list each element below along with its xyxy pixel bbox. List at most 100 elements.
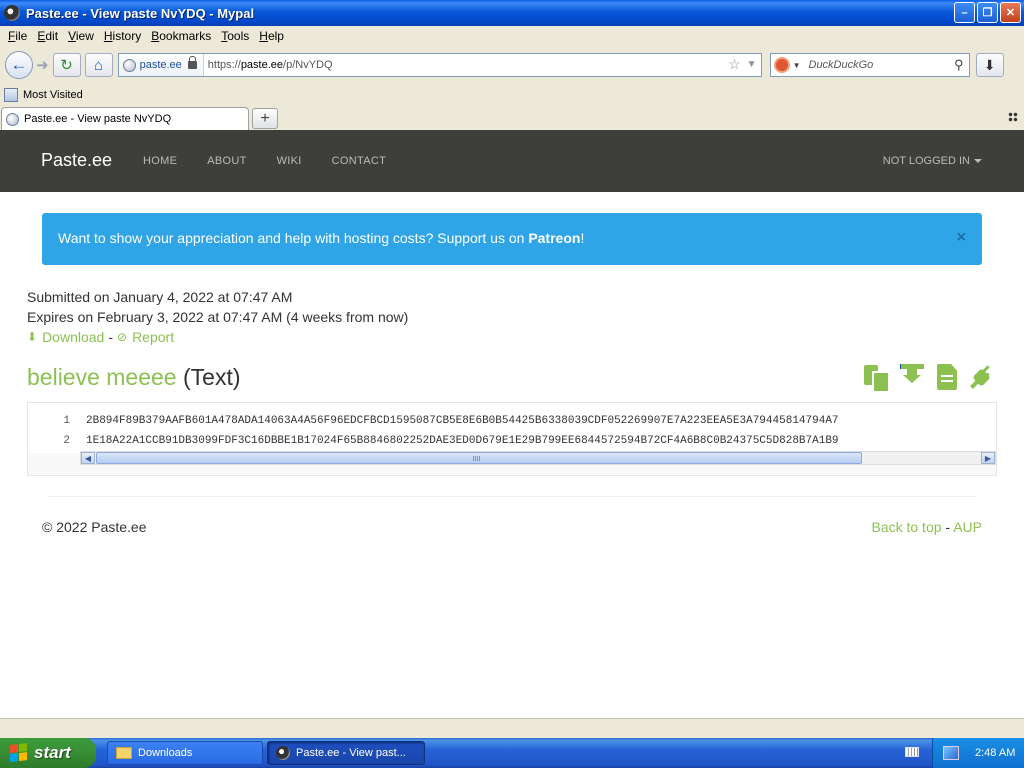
close-button[interactable]: ✕ (1000, 2, 1021, 23)
menu-edit[interactable]: Edit (32, 29, 63, 43)
lock-icon (187, 56, 197, 69)
back-button[interactable]: ← (5, 51, 33, 79)
nav-home[interactable]: HOME (143, 155, 177, 167)
url-dropdown-icon[interactable]: ▼ (747, 56, 757, 74)
url-bar[interactable]: paste.ee https://paste.ee/p/NvYDQ ☆ ▼ (117, 53, 762, 77)
report-ban-icon: ⊘ (117, 330, 128, 344)
embed-plug-icon[interactable] (970, 364, 994, 390)
page-viewport: Paste.ee HOME ABOUT WIKI CONTACT NOT LOG… (0, 130, 1024, 718)
reload-icon: ↻ (60, 57, 73, 74)
globe-icon (122, 58, 136, 72)
code-line: 2 1E18A22A1CCB91DB3099FDF3C16DBBE1B17024… (28, 431, 996, 451)
scroll-left-arrow-icon[interactable]: ◀ (81, 452, 95, 464)
menu-history[interactable]: History (99, 29, 146, 43)
scroll-right-arrow-icon[interactable]: ▶ (981, 452, 995, 464)
site-identity-button[interactable]: paste.ee (118, 54, 204, 76)
new-tab-button[interactable]: + (252, 108, 278, 129)
menu-view[interactable]: View (63, 29, 99, 43)
bookmark-most-visited[interactable]: Most Visited (23, 89, 83, 101)
alert-close-button[interactable]: × (957, 229, 966, 247)
download-paste-icon[interactable] (900, 364, 924, 390)
navigation-toolbar: ← ➜ ↻ ⌂ paste.ee https://paste.ee/p/NvYD… (0, 46, 1024, 84)
site-identity-label: paste.ee (139, 59, 182, 71)
line-text[interactable]: 2B894F89B379AAFB601A478ADA14063A4A56F96E… (86, 411, 839, 431)
horizontal-scrollbar[interactable]: ◀ ▶ (80, 451, 996, 465)
duckduckgo-engine-icon[interactable] (773, 57, 790, 73)
tab-label: Paste.ee - View paste NvYDQ (24, 113, 172, 125)
browser-app-icon[interactable] (4, 5, 20, 21)
downloads-button[interactable]: ⬇ (975, 53, 1004, 77)
menu-tools[interactable]: Tools (216, 29, 254, 43)
maximize-button[interactable]: ❐ (977, 2, 998, 23)
line-number: 2 (63, 435, 70, 447)
scrollbar-thumb[interactable] (96, 452, 862, 464)
back-arrow-icon: ← (10, 55, 28, 74)
paste-actions (863, 364, 994, 393)
paste-meta: Submitted on January 4, 2022 at 07:47 AM… (27, 287, 408, 347)
forward-button[interactable]: ➜ (36, 56, 49, 74)
search-placeholder: DuckDuckGo (808, 59, 874, 71)
patreon-alert: Want to show your appreciation and help … (42, 213, 982, 265)
minimize-button[interactable]: – (954, 2, 975, 23)
browser-icon (276, 746, 290, 760)
url-text[interactable]: https://paste.ee/p/NvYDQ (208, 59, 333, 71)
site-navbar: Paste.ee HOME ABOUT WIKI CONTACT NOT LOG… (0, 130, 1024, 192)
menu-bar: File Edit View History Bookmarks Tools H… (0, 26, 1024, 46)
code-line: 1 2B894F89B379AAFB601A478ADA14063A4A56F9… (28, 411, 996, 431)
window-title-bar[interactable]: Paste.ee - View paste NvYDQ - Mypal – ❐ … (0, 0, 1024, 26)
start-button[interactable]: start (0, 738, 96, 768)
clipboard-copy-icon[interactable] (863, 364, 890, 393)
tab-globe-icon (6, 112, 19, 126)
back-to-top-link[interactable]: Back to top (871, 519, 941, 535)
menu-bookmarks[interactable]: Bookmarks (146, 29, 216, 43)
engine-dropdown-icon[interactable]: ▼ (793, 61, 801, 70)
paste-name: believe meeee (27, 364, 177, 390)
network-icon[interactable] (943, 746, 959, 760)
windows-flag-icon (10, 743, 28, 763)
line-text[interactable]: 1E18A22A1CCB91DB3099FDF3C16DBBE1B17024F6… (86, 431, 839, 451)
search-bar[interactable]: ▼ DuckDuckGo ⚲ (769, 53, 970, 77)
report-link[interactable]: Report (132, 327, 174, 347)
paste-language: (Text) (183, 364, 241, 390)
raw-document-icon[interactable] (937, 364, 957, 390)
home-icon: ⌂ (94, 56, 104, 74)
menu-help[interactable]: Help (254, 29, 289, 43)
menu-file[interactable]: File (3, 29, 32, 43)
submitted-date: Submitted on January 4, 2022 at 07:47 AM (27, 289, 293, 305)
nav-wiki[interactable]: WIKI (277, 155, 302, 167)
reload-button[interactable]: ↻ (52, 53, 81, 77)
nav-about[interactable]: ABOUT (207, 155, 246, 167)
caret-down-icon (974, 159, 982, 164)
system-tray: 2:48 AM (932, 738, 1024, 768)
folder-icon (116, 747, 132, 759)
bookmarks-toolbar: Most Visited (0, 84, 1024, 106)
nav-contact[interactable]: CONTACT (332, 155, 386, 167)
download-icon: ⬇ (27, 330, 38, 344)
window-title: Paste.ee - View paste NvYDQ - Mypal (26, 5, 255, 21)
copyright: © 2022 Paste.ee (42, 519, 147, 535)
tab-paste-ee[interactable]: Paste.ee - View paste NvYDQ (1, 107, 249, 130)
taskbar-item-downloads[interactable]: Downloads (107, 741, 263, 765)
account-dropdown[interactable]: NOT LOGGED IN (883, 155, 982, 167)
code-viewer: 1 2B894F89B379AAFB601A478ADA14063A4A56F9… (27, 402, 997, 476)
footer-divider (49, 496, 975, 497)
patreon-link[interactable]: Patreon (528, 230, 580, 246)
tab-list-icon[interactable] (1008, 112, 1018, 122)
window-controls: – ❐ ✕ (954, 2, 1021, 23)
aup-link[interactable]: AUP (953, 519, 982, 535)
clock[interactable]: 2:48 AM (975, 747, 1015, 759)
home-button[interactable]: ⌂ (84, 53, 113, 77)
site-brand[interactable]: Paste.ee (41, 150, 112, 171)
bookmark-folder-icon (4, 88, 18, 102)
expires-date: Expires on February 3, 2022 at 07:47 AM … (27, 309, 409, 325)
download-link[interactable]: Download (42, 327, 104, 347)
browser-status-strip (0, 718, 1024, 738)
download-arrow-icon: ⬇ (983, 56, 996, 73)
line-number: 1 (63, 415, 70, 427)
search-icon[interactable]: ⚲ (954, 57, 964, 73)
taskbar-item-browser[interactable]: Paste.ee - View past... (267, 741, 425, 765)
bookmark-star-icon[interactable]: ☆ (728, 56, 741, 74)
paste-meta-links: ⬇ Download - ⊘ Report (27, 327, 175, 347)
paste-title: believe meeee (Text) (27, 364, 241, 391)
keyboard-language-icon[interactable] (905, 747, 919, 757)
